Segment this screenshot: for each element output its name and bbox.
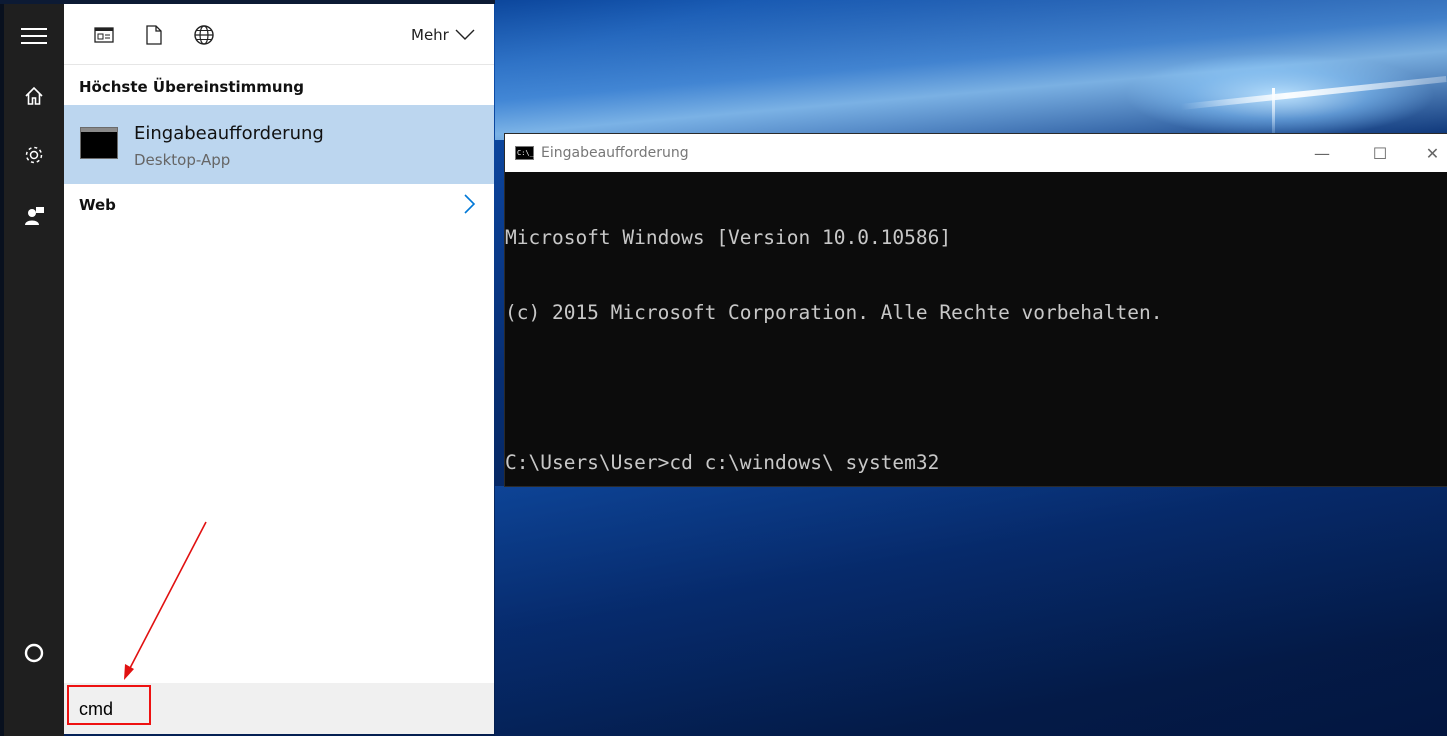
window-titlebar[interactable]: C:\_ Eingabeaufforderung — ☐ ✕	[505, 134, 1447, 172]
minimize-button[interactable]: —	[1302, 140, 1342, 166]
settings-gear-icon[interactable]	[4, 135, 64, 175]
more-filters-label: Mehr	[411, 26, 449, 44]
minimize-icon: —	[1314, 143, 1330, 163]
web-filter-icon[interactable]	[193, 24, 215, 46]
more-filters-button[interactable]: Mehr	[411, 24, 475, 46]
best-match-heading: Höchste Übereinstimmung	[79, 78, 304, 96]
wallpaper-light-beam	[495, 0, 1447, 140]
console-line: Microsoft Windows [Version 10.0.10586]	[505, 226, 952, 249]
hamburger-menu-icon[interactable]	[4, 16, 64, 56]
command-prompt-window: C:\_ Eingabeaufforderung — ☐ ✕ Microsoft…	[505, 134, 1447, 486]
console-output[interactable]: Microsoft Windows [Version 10.0.10586] (…	[505, 175, 1447, 486]
close-icon: ✕	[1425, 143, 1440, 163]
home-icon[interactable]	[4, 76, 64, 116]
best-match-subtitle: Desktop-App	[134, 151, 231, 169]
window-title: Eingabeaufforderung	[541, 145, 689, 161]
documents-filter-icon[interactable]	[143, 24, 165, 46]
web-heading: Web	[79, 196, 116, 214]
maximize-icon: ☐	[1372, 143, 1388, 163]
best-match-title: Eingabeaufforderung	[134, 123, 324, 144]
command-prompt-app-icon	[80, 127, 118, 159]
start-rail	[4, 4, 64, 736]
chevron-down-icon	[455, 29, 475, 40]
search-panel: Mehr Höchste Übereinstimmung Eingabeauff…	[64, 4, 494, 734]
feedback-icon[interactable]	[4, 196, 64, 236]
chevron-right-icon	[464, 194, 476, 214]
maximize-button[interactable]: ☐	[1360, 140, 1400, 166]
cortana-circle-icon[interactable]	[4, 633, 64, 673]
apps-filter-icon[interactable]	[93, 24, 115, 46]
filter-toolbar: Mehr	[64, 4, 494, 65]
highlight-box	[67, 685, 151, 725]
wallpaper-glow-vertical	[1272, 88, 1275, 134]
console-app-icon: C:\_	[515, 146, 534, 160]
best-match-result[interactable]: Eingabeaufforderung Desktop-App	[64, 105, 494, 184]
console-prompt-line: C:\Users\User>cd c:\windows\ system32	[505, 451, 940, 474]
web-results-item[interactable]: Web	[64, 186, 494, 222]
console-line: (c) 2015 Microsoft Corporation. Alle Rec…	[505, 301, 1163, 324]
close-button[interactable]: ✕	[1418, 140, 1447, 166]
